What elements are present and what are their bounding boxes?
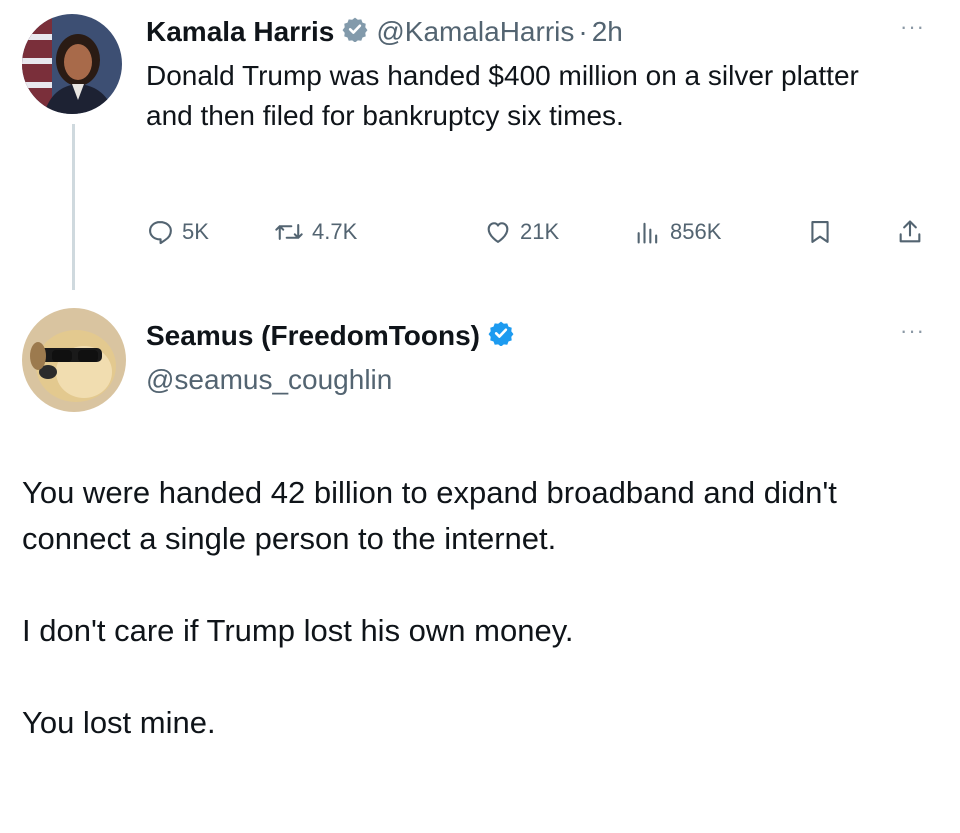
like-count: 21K [520,219,560,244]
repost-button[interactable]: 4.7K [274,212,357,252]
separator-dot: · [578,16,588,47]
like-button[interactable]: 21K [484,212,559,252]
reply-author-name[interactable]: Seamus (FreedomToons) [146,320,480,352]
reply-paragraph: I don't care if Trump lost his own money… [22,613,574,648]
bookmark-button[interactable] [806,212,842,252]
like-icon [487,222,509,243]
verified-badge-blue-icon [488,320,514,353]
tweet-header: Kamala Harris @KamalaHarris · 2h [146,12,623,52]
repost-icon [275,224,303,240]
reply-text: You were handed 42 billion to expand bro… [22,470,942,746]
reply-header: Seamus (FreedomToons) [146,316,522,356]
views-button[interactable]: 856K [634,212,721,252]
reply-icon [149,221,172,245]
views-icon [637,222,658,244]
tweet-text: Donald Trump was handed $400 million on … [146,60,859,131]
avatar-seamus[interactable] [22,308,126,412]
avatar-kamala-harris[interactable] [22,14,122,114]
reply-count: 5K [182,219,209,244]
more-options-icon[interactable]: ··· [900,14,925,40]
tweet-timestamp[interactable]: 2h [592,16,623,48]
verified-badge-gray-icon [342,16,368,49]
share-button[interactable] [896,212,932,252]
thread-connector-line [72,124,75,290]
author-name[interactable]: Kamala Harris [146,16,334,48]
tweet-action-bar: 5K 4.7K 21K 856K [146,212,946,252]
reply-paragraph: You were handed 42 billion to expand bro… [22,475,837,556]
reply-author-handle[interactable]: @seamus_coughlin [146,364,392,396]
view-count: 856K [670,219,722,244]
repost-count: 4.7K [312,219,358,244]
share-icon [899,220,921,243]
bookmark-icon [811,221,829,243]
author-handle[interactable]: @KamalaHarris [376,16,574,48]
reply-more-options-icon[interactable]: ··· [900,318,925,344]
reply-paragraph: You lost mine. [22,705,216,740]
reply-button[interactable]: 5K [146,212,209,252]
